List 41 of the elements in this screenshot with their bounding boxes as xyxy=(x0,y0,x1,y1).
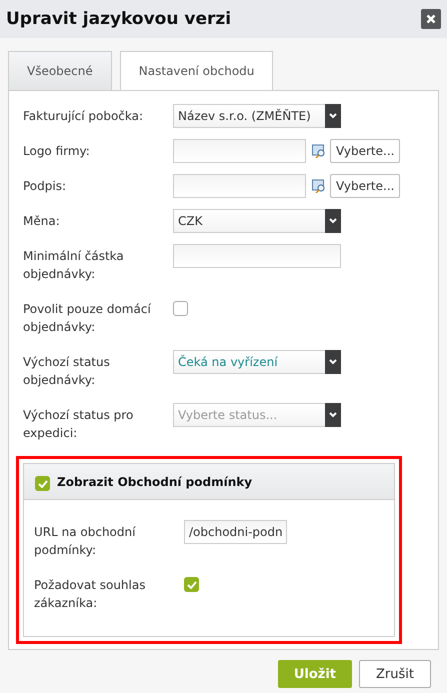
field-label: Logo firmy: xyxy=(23,143,91,160)
field-label: Povolit pouze domácí objednávky: xyxy=(23,301,152,336)
checkbox[interactable] xyxy=(184,577,199,592)
select-field[interactable]: CZK xyxy=(173,209,341,233)
text-field[interactable]: /obchodni-podn xyxy=(184,520,287,544)
caret-icon xyxy=(325,209,341,233)
section-title: Zobrazit Obchodní podmínky xyxy=(57,474,252,488)
field-label: Požadovat souhlas zákazníka: xyxy=(34,577,146,612)
browse-button[interactable]: Vyberte... xyxy=(330,174,400,198)
section-checkbox[interactable] xyxy=(35,476,50,491)
field-label: URL na obchodní podmínky: xyxy=(34,524,136,559)
field-label: Podpis: xyxy=(23,178,68,195)
file-field[interactable] xyxy=(173,174,306,198)
image-search-icon[interactable] xyxy=(312,144,326,158)
select-value: Čeká na vyřízení xyxy=(178,355,278,369)
select-value: Název s.r.o. (ZMĚŇTE) xyxy=(178,109,311,123)
text-field[interactable] xyxy=(173,244,341,268)
browse-button[interactable]: Vyberte... xyxy=(330,139,400,163)
select-value: CZK xyxy=(178,214,202,228)
checkbox[interactable] xyxy=(173,301,188,316)
select-field[interactable]: Název s.r.o. (ZMĚŇTE) xyxy=(173,104,341,128)
close-icon xyxy=(426,14,436,24)
caret-icon xyxy=(325,104,341,128)
field-label: Výchozí status pro expedici: xyxy=(23,407,134,442)
dialog-title: Upravit jazykovou verzi xyxy=(6,9,232,29)
tab[interactable]: Nastavení obchodu xyxy=(120,51,274,90)
image-search-icon[interactable] xyxy=(312,179,326,193)
check-icon xyxy=(38,480,48,488)
field-label: Fakturující pobočka: xyxy=(23,108,144,125)
field-label: Minimální částka objednávky: xyxy=(23,248,125,283)
select-value: Vyberte status... xyxy=(178,408,278,422)
check-icon xyxy=(186,580,196,588)
field-label: Měna: xyxy=(23,213,61,230)
select-field[interactable]: Čeká na vyřízení xyxy=(173,350,341,374)
cancel-button[interactable]: Zrušit xyxy=(359,660,431,688)
tab[interactable]: Všeobecné xyxy=(8,51,112,90)
field-label: Výchozí status objednávky: xyxy=(23,354,111,389)
caret-icon xyxy=(325,403,341,427)
caret-icon xyxy=(325,350,341,374)
file-field[interactable] xyxy=(173,139,306,163)
close-button[interactable] xyxy=(421,9,441,29)
